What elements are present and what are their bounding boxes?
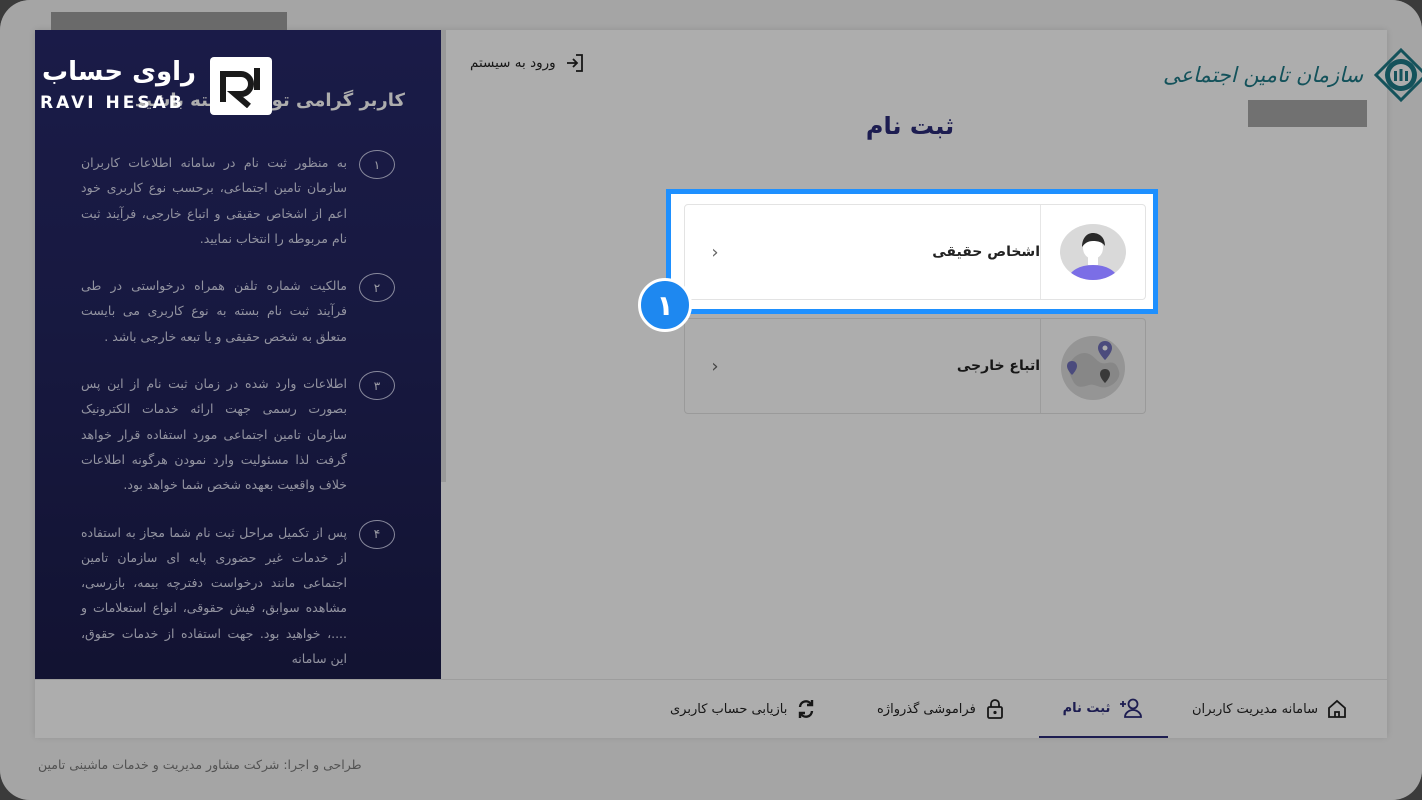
user-add-icon <box>1120 698 1143 718</box>
option-label: اشخاص حقیقی <box>745 205 1040 299</box>
step-badge: ۱ <box>638 278 692 332</box>
step-text: پس از تکمیل مراحل ثبت نام شما مجاز به اس… <box>81 524 347 667</box>
step-item: ۲ مالکیت شماره تلفن همراه درخواستی در طی… <box>81 273 395 349</box>
person-avatar-icon <box>1060 224 1126 280</box>
watermark-emblem <box>210 57 272 115</box>
option-label: اتباع خارجی <box>745 319 1040 413</box>
redacted-box <box>1248 100 1367 127</box>
option-foreign-label: اتباع خارجی <box>956 358 1040 374</box>
step-number: ۱ <box>359 150 395 179</box>
tab-forgot-password[interactable]: فراموشی گذرواژه <box>877 680 1006 738</box>
tab-register[interactable]: ثبت نام <box>1039 680 1168 738</box>
chevron-left-icon: ‹ <box>711 355 719 377</box>
tab-label: ثبت نام <box>1062 700 1111 716</box>
org-logo: سازمان تامین اجتماعی <box>1163 47 1422 103</box>
login-link[interactable]: ورود به سیستم <box>470 52 586 74</box>
step-item: ۴ پس از تکمیل مراحل ثبت نام شما مجاز به … <box>81 519 395 672</box>
option-real-person[interactable]: اشخاص حقیقی ‹ <box>684 204 1146 300</box>
step-number: ۲ <box>359 273 395 303</box>
step-item: ۳ اطلاعات وارد شده در زمان ثبت نام از ای… <box>81 371 395 497</box>
watermark-logo: راوی حساب RAVI HESAB <box>40 55 272 117</box>
sidebar-divider <box>441 30 446 482</box>
watermark-en: RAVI HESAB <box>40 93 185 113</box>
tab-user-management[interactable]: سامانه مدیریت کاربران <box>1192 680 1348 738</box>
org-emblem-icon <box>1373 47 1422 103</box>
sync-icon <box>799 700 814 718</box>
home-icon <box>1328 699 1346 718</box>
watermark-emblem-icon <box>220 68 260 108</box>
chevron-left-icon: ‹ <box>711 241 719 263</box>
login-icon <box>566 54 583 72</box>
login-label: ورود به سیستم <box>470 55 556 71</box>
step-text: به منظور ثبت نام در سامانه اطلاعات کاربر… <box>81 155 347 246</box>
step-item: ۱ به منظور ثبت نام در سامانه اطلاعات کار… <box>81 150 395 251</box>
option-real-label: اشخاص حقیقی <box>932 244 1040 260</box>
tab-label: فراموشی گذرواژه <box>877 701 976 717</box>
tab-recover-account[interactable]: بازیابی حساب کاربری <box>670 680 817 738</box>
tab-label: سامانه مدیریت کاربران <box>1192 701 1318 717</box>
screen: کاربر گرامی توجه داشته باشید ۱ به منظور … <box>0 0 1422 800</box>
org-name: سازمان تامین اجتماعی <box>1163 63 1364 87</box>
option-foreign-national[interactable]: اتباع خارجی ‹ <box>684 318 1146 414</box>
info-sidebar: کاربر گرامی توجه داشته باشید ۱ به منظور … <box>35 30 441 679</box>
globe-avatar-cell <box>1040 319 1145 413</box>
person-avatar-cell <box>1040 205 1145 299</box>
watermark-text: راوی حساب RAVI HESAB <box>40 55 210 117</box>
step-text: اطلاعات وارد شده در زمان ثبت نام از این … <box>81 376 347 493</box>
steps-list: ۱ به منظور ثبت نام در سامانه اطلاعات کار… <box>81 150 395 679</box>
tab-label: بازیابی حساب کاربری <box>670 701 788 717</box>
globe-map-icon <box>1061 336 1125 400</box>
bottom-tabbar: سامانه مدیریت کاربران ثبت نام فراموشی گذ… <box>35 679 1387 738</box>
watermark-fa: راوی حساب <box>42 57 197 87</box>
page-title: ثبت نام <box>865 112 955 140</box>
step-text: مالکیت شماره تلفن همراه درخواستی در طی ف… <box>81 278 347 344</box>
lock-icon <box>986 699 1003 719</box>
step-number: ۳ <box>359 371 395 401</box>
step-number: ۴ <box>359 519 395 549</box>
footer-credit: طراحی و اجرا: شرکت مشاور مدیریت و خدمات … <box>38 757 362 772</box>
